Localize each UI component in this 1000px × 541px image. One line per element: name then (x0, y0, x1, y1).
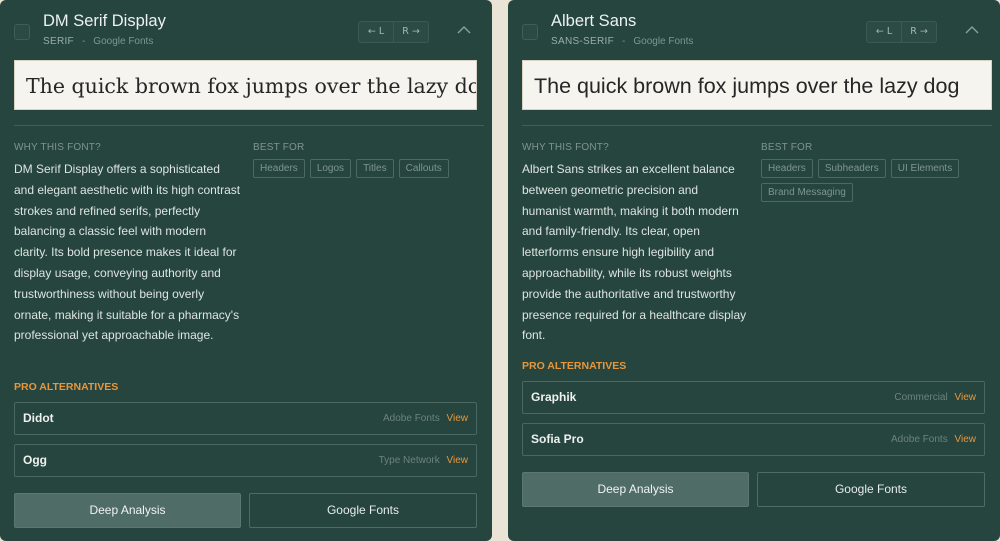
font-name: DM Serif Display (43, 12, 166, 30)
font-category: SERIF (43, 36, 74, 47)
google-fonts-button[interactable]: Google Fonts (249, 493, 477, 528)
pro-alternatives-label: PRO ALTERNATIVES (522, 360, 627, 372)
next-button[interactable]: R → (901, 22, 936, 42)
view-link[interactable]: View (447, 455, 469, 466)
divider (14, 125, 484, 126)
font-card-dm-serif-display: DM Serif Display SERIF - Google Fonts ← L … (0, 0, 492, 541)
best-for-tag: Brand Messaging (761, 183, 853, 202)
view-link[interactable]: View (447, 413, 469, 424)
prev-button[interactable]: ← L (867, 22, 901, 42)
font-card-albert-sans: Albert Sans SANS-SERIF - Google Fonts ← L … (508, 0, 1000, 541)
alternative-row: Sofia Pro Adobe Fonts View (522, 423, 985, 456)
view-link[interactable]: View (955, 434, 977, 445)
best-for-label: BEST FOR (253, 142, 305, 153)
pro-alternatives-label: PRO ALTERNATIVES (14, 381, 119, 393)
select-checkbox[interactable] (14, 24, 30, 40)
alternative-meta: Adobe Fonts View (383, 403, 468, 434)
deep-analysis-button[interactable]: Deep Analysis (14, 493, 241, 528)
font-meta: SANS-SERIF - Google Fonts (551, 36, 693, 47)
best-for-tag: Headers (761, 159, 813, 178)
best-for-tag: Callouts (398, 159, 449, 178)
alternative-row: Didot Adobe Fonts View (14, 402, 477, 435)
why-label: WHY THIS FONT? (522, 142, 609, 153)
deep-analysis-button[interactable]: Deep Analysis (522, 472, 749, 507)
next-button[interactable]: R → (393, 22, 428, 42)
google-fonts-button[interactable]: Google Fonts (757, 472, 985, 507)
prev-button[interactable]: ← L (359, 22, 393, 42)
alternative-name: Didot (23, 411, 54, 425)
meta-separator: - (81, 36, 86, 47)
alternative-source: Adobe Fonts (383, 413, 440, 424)
best-for-tags: Headers Logos Titles Callouts (253, 159, 481, 178)
best-for-tag: Subheaders (817, 159, 886, 178)
alternative-source: Type Network (378, 455, 440, 466)
font-preview: The quick brown fox jumps over the lazy … (522, 60, 992, 110)
alternative-row: Ogg Type Network View (14, 444, 477, 477)
font-source: Google Fonts (93, 36, 154, 47)
alternative-meta: Adobe Fonts View (891, 424, 976, 455)
select-checkbox[interactable] (522, 24, 538, 40)
best-for-tags: Headers Subheaders UI Elements Brand Mes… (761, 159, 989, 202)
alternative-row: Graphik Commercial View (522, 381, 985, 414)
alternative-name: Sofia Pro (531, 432, 584, 446)
best-for-tag: UI Elements (890, 159, 960, 178)
why-text: DM Serif Display offers a sophisticated … (14, 162, 241, 343)
meta-separator: - (622, 36, 626, 47)
best-for-label: BEST FOR (761, 142, 813, 153)
nav-buttons: ← L R → (358, 21, 429, 43)
alternative-name: Ogg (23, 453, 47, 467)
font-source: Google Fonts (633, 36, 694, 47)
why-text: Albert Sans strikes an excellent balance… (522, 162, 747, 343)
alternative-source: Commercial (894, 392, 948, 403)
chevron-up-icon[interactable] (962, 23, 982, 39)
view-link[interactable]: View (955, 392, 977, 403)
best-for-tag: Headers (253, 159, 305, 178)
font-name: Albert Sans (551, 12, 637, 30)
chevron-up-icon[interactable] (454, 23, 474, 39)
alternative-meta: Commercial View (894, 382, 976, 413)
divider (522, 125, 992, 126)
alternative-name: Graphik (531, 390, 577, 404)
best-for-tag: Titles (356, 159, 394, 178)
nav-buttons: ← L R → (866, 21, 937, 43)
font-category: SANS-SERIF (551, 36, 615, 47)
font-preview: The quick brown fox jumps over the lazy … (14, 60, 477, 110)
best-for-tag: Logos (309, 159, 352, 178)
alternative-source: Adobe Fonts (891, 434, 948, 445)
alternative-meta: Type Network View (379, 445, 468, 476)
why-label: WHY THIS FONT? (14, 142, 101, 153)
font-meta: SERIF - Google Fonts (43, 36, 153, 47)
